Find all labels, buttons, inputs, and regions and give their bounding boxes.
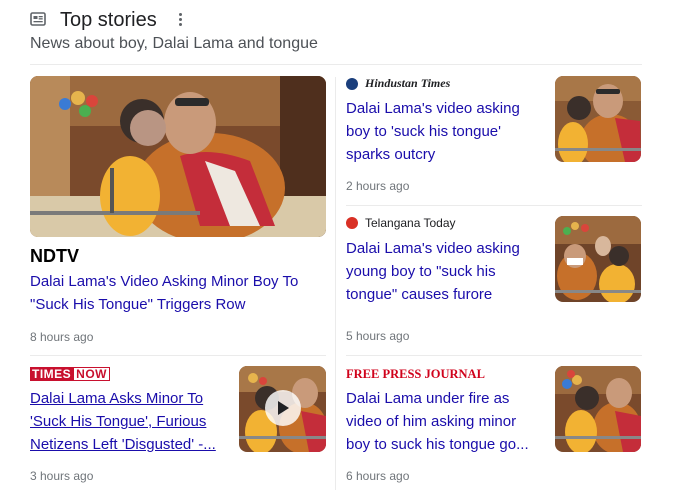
svg-text:NDTV: NDTV: [30, 247, 79, 265]
source-logo-times-now: TIMES NOW: [30, 367, 110, 381]
story-card-hindustan-times[interactable]: Hindustan Times Dalai Lama's video askin…: [346, 76, 642, 200]
news-icon: [30, 12, 46, 26]
source-favicon: [346, 217, 358, 229]
story-thumbnail: [555, 366, 641, 452]
story-thumbnail: [30, 76, 326, 237]
story-card-times-now[interactable]: TIMES NOW Dalai Lama Asks Minor To 'Suck…: [30, 366, 326, 490]
story-thumbnail[interactable]: [239, 366, 326, 452]
story-time: 2 hours ago: [346, 179, 410, 193]
source-logo-free-press-journal: FREE PRESS JOURNAL: [346, 367, 485, 381]
story-headline[interactable]: Dalai Lama's Video Asking Minor Boy To "…: [30, 270, 320, 316]
source-name: Telangana Today: [365, 216, 456, 230]
story-card-free-press-journal[interactable]: FREE PRESS JOURNAL Dalai Lama under fire…: [346, 366, 642, 490]
divider: [346, 355, 642, 356]
story-headline[interactable]: Dalai Lama Asks Minor To 'Suck His Tongu…: [30, 387, 225, 456]
divider: [346, 205, 642, 206]
source-label: Hindustan Times: [346, 76, 450, 91]
source-name: Hindustan Times: [365, 76, 451, 90]
story-time: 3 hours ago: [30, 469, 94, 483]
story-card-main[interactable]: NDTV Dalai Lama's Video Asking Minor Boy…: [30, 76, 326, 346]
story-time: 8 hours ago: [30, 330, 94, 344]
section-title: Top stories: [60, 9, 157, 31]
play-icon[interactable]: [265, 390, 301, 426]
source-favicon: [346, 77, 358, 90]
story-thumbnail: [555, 76, 641, 162]
story-card-telangana-today[interactable]: Telangana Today Dalai Lama's video askin…: [346, 216, 642, 344]
divider: [30, 355, 326, 356]
story-time: 5 hours ago: [346, 329, 410, 343]
source-logo-ndtv: NDTV: [30, 247, 79, 265]
section-subtitle: News about boy, Dalai Lama and tongue: [30, 35, 318, 52]
story-headline[interactable]: Dalai Lama's video asking boy to 'suck h…: [346, 97, 531, 166]
story-thumbnail: [555, 216, 641, 302]
source-label: Telangana Today: [346, 216, 456, 230]
divider: [30, 64, 642, 65]
story-time: 6 hours ago: [346, 469, 410, 483]
story-headline[interactable]: Dalai Lama under fire as video of him as…: [346, 387, 536, 456]
story-headline[interactable]: Dalai Lama's video asking young boy to "…: [346, 237, 526, 306]
top-stories-header: Top stories News about boy, Dalai Lama a…: [30, 5, 650, 63]
more-options-icon[interactable]: [175, 11, 185, 29]
column-divider: [335, 77, 336, 490]
